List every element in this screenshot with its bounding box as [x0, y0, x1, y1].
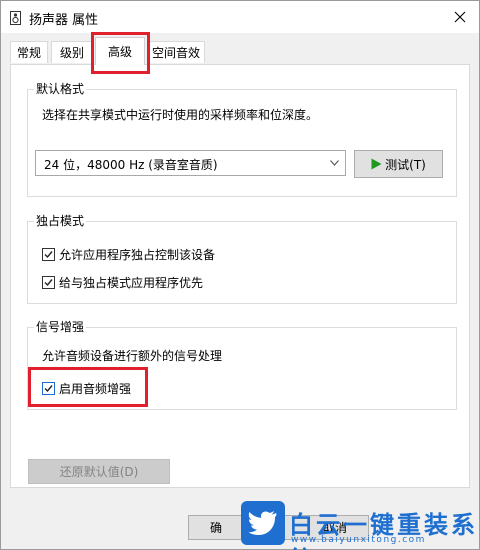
sample-format-value: 24 位，48000 Hz (录音室音质) — [44, 158, 218, 172]
enhancement-highlight-box — [28, 367, 148, 407]
close-button[interactable] — [445, 4, 475, 30]
speaker-icon — [10, 11, 21, 25]
exclusive-priority-option[interactable]: 给与独占模式应用程序优先 — [42, 274, 203, 291]
tab-levels[interactable]: 级别 — [51, 41, 93, 63]
test-button-label: 测试(T) — [385, 157, 426, 172]
window-title: 扬声器 属性 — [29, 13, 99, 28]
speaker-properties-dialog: 扬声器 属性 常规 级别 高级 空间音效 默认格式 选择在共享模式中运行时使用的… — [0, 0, 480, 550]
chevron-down-icon — [330, 160, 339, 166]
exclusive-priority-checkbox[interactable] — [42, 276, 55, 289]
checkmark-icon — [44, 279, 53, 287]
exclusive-mode-title: 独占模式 — [34, 213, 87, 229]
exclusive-priority-label: 给与独占模式应用程序优先 — [59, 276, 204, 290]
exclusive-control-option[interactable]: 允许应用程序独占控制该设备 — [42, 246, 215, 263]
bird-icon — [248, 511, 277, 535]
ok-button-label: 确 — [209, 521, 222, 535]
close-icon — [454, 11, 466, 23]
default-format-title: 默认格式 — [34, 81, 87, 97]
tab-highlight-box — [91, 32, 150, 74]
watermark-logo — [241, 501, 285, 545]
tab-spatial-sound[interactable]: 空间音效 — [147, 41, 205, 63]
test-button[interactable]: 测试(T) — [354, 150, 443, 178]
default-format-description: 选择在共享模式中运行时使用的采样频率和位深度。 — [42, 108, 319, 122]
tab-general[interactable]: 常规 — [10, 41, 48, 63]
sample-format-dropdown[interactable]: 24 位，48000 Hz (录音室音质) — [35, 150, 346, 176]
exclusive-control-checkbox[interactable] — [42, 248, 55, 261]
title-bar: 扬声器 属性 — [1, 1, 479, 33]
checkmark-icon — [44, 251, 53, 259]
restore-defaults-button[interactable]: 还原默认值(D) — [28, 459, 170, 484]
exclusive-control-label: 允许应用程序独占控制该设备 — [59, 248, 216, 262]
signal-enhancement-title: 信号增强 — [34, 319, 87, 335]
signal-enhancement-description: 允许音频设备进行额外的信号处理 — [42, 349, 223, 363]
play-icon — [371, 158, 382, 170]
watermark-url: www.baiyunxitong.com — [291, 535, 426, 545]
